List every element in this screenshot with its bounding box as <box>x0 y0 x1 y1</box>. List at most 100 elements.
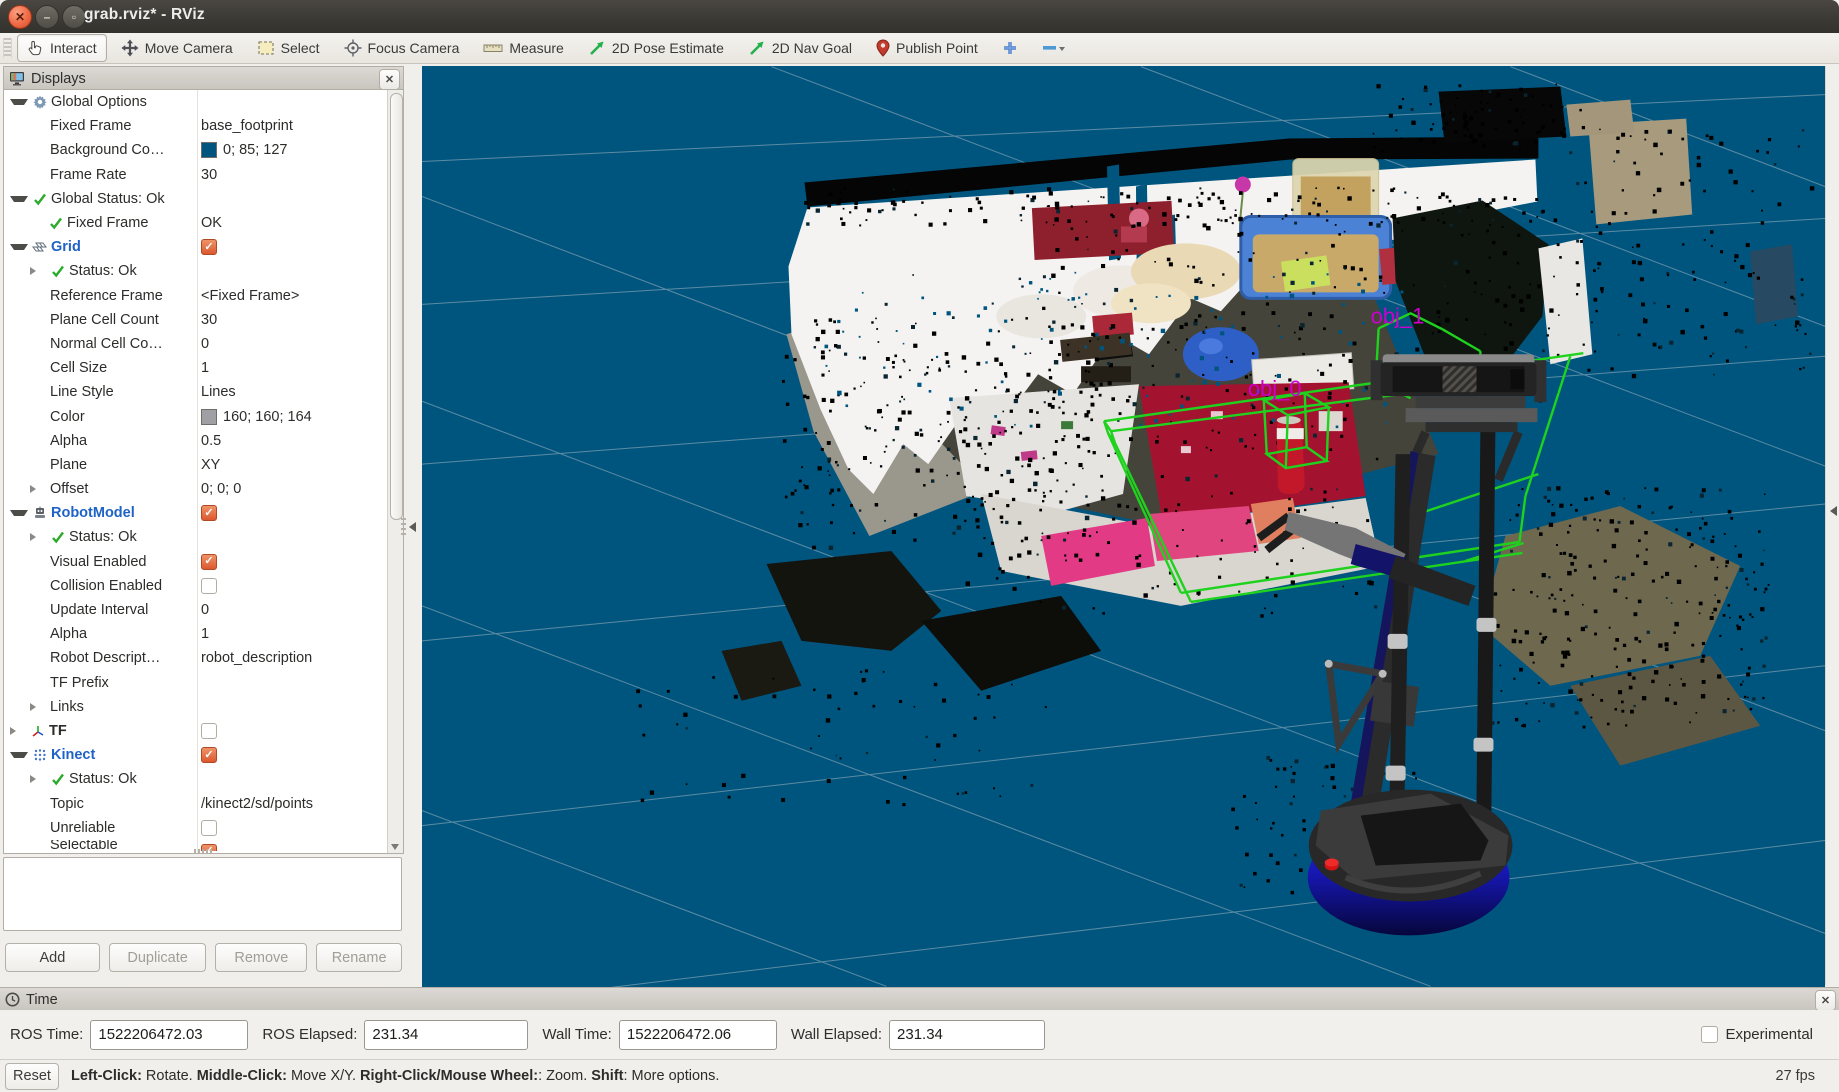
row-value[interactable]: <Fixed Frame> <box>201 288 299 304</box>
display-row[interactable]: Collision Enabled <box>4 574 403 598</box>
display-row[interactable]: Offset0; 0; 0 <box>4 477 403 501</box>
toolbar-button-publish-point[interactable]: Publish Point <box>866 34 988 62</box>
wall-elapsed-input[interactable] <box>889 1020 1045 1050</box>
row-value[interactable]: 0; 85; 127 <box>223 142 288 158</box>
ros-elapsed-input[interactable] <box>364 1020 528 1050</box>
row-value[interactable]: base_footprint <box>201 118 293 134</box>
display-row[interactable]: TF <box>4 719 403 743</box>
display-row[interactable]: RobotModel <box>4 501 403 525</box>
display-row[interactable]: Links <box>4 695 403 719</box>
tree-column-separator[interactable] <box>197 90 198 853</box>
experimental-checkbox[interactable] <box>1701 1026 1718 1043</box>
display-row[interactable]: Visual Enabled <box>4 550 403 574</box>
display-row[interactable]: Robot Descript…robot_description <box>4 646 403 670</box>
display-row[interactable]: Color160; 160; 164 <box>4 404 403 428</box>
row-checkbox-checked[interactable] <box>201 505 217 521</box>
toolbar-button-measure[interactable]: Measure <box>473 34 573 62</box>
row-value[interactable]: /kinect2/sd/points <box>201 796 313 812</box>
render-viewport[interactable]: obj_0obj_1 <box>422 66 1825 987</box>
color-swatch[interactable] <box>201 142 217 158</box>
toolbar-button-2d-pose-estimate[interactable]: 2D Pose Estimate <box>578 34 734 62</box>
row-value[interactable]: 160; 160; 164 <box>223 409 312 425</box>
row-value[interactable]: 1 <box>201 360 209 376</box>
row-checkbox-unchecked[interactable] <box>201 723 217 739</box>
display-row[interactable]: Kinect <box>4 743 403 767</box>
color-swatch[interactable] <box>201 409 217 425</box>
display-row[interactable]: Fixed FrameOK <box>4 211 403 235</box>
display-row[interactable]: Reference Frame<Fixed Frame> <box>4 284 403 308</box>
display-row[interactable]: Plane Cell Count30 <box>4 308 403 332</box>
toolbar-button-focus-camera[interactable]: Focus Camera <box>334 34 470 62</box>
displays-panel-header[interactable]: Displays ✕ <box>3 66 404 90</box>
time-panel-header[interactable]: Time ✕ <box>0 987 1839 1011</box>
expander-closed-icon[interactable] <box>10 727 26 735</box>
display-row[interactable]: Normal Cell Co…0 <box>4 332 403 356</box>
right-panel-splitter[interactable] <box>1825 66 1839 985</box>
toolbar-grip[interactable] <box>3 38 12 58</box>
expander-open-icon[interactable] <box>10 196 28 202</box>
rename-button[interactable]: Rename <box>316 943 402 972</box>
row-value[interactable]: XY <box>201 457 220 473</box>
toolbar-button-interact[interactable]: Interact <box>17 34 107 62</box>
display-row[interactable]: Alpha0.5 <box>4 429 403 453</box>
row-value[interactable]: robot_description <box>201 650 312 666</box>
row-checkbox-unchecked[interactable] <box>201 578 217 594</box>
tree-scrollbar-thumb[interactable] <box>390 93 403 520</box>
display-row[interactable]: Global Status: Ok <box>4 187 403 211</box>
row-value[interactable]: 0.5 <box>201 433 221 449</box>
toolbar-button-select[interactable]: Select <box>247 34 330 62</box>
row-checkbox-unchecked[interactable] <box>201 820 217 836</box>
expander-open-icon[interactable] <box>10 99 28 105</box>
window-close-button[interactable]: ✕ <box>8 5 32 29</box>
display-row[interactable]: Grid <box>4 235 403 259</box>
display-row[interactable]: Status: Ok <box>4 767 403 791</box>
row-checkbox-checked[interactable] <box>201 554 217 570</box>
displays-close-icon[interactable]: ✕ <box>379 69 400 90</box>
expander-closed-icon[interactable] <box>30 775 46 783</box>
display-row[interactable]: Background Co…0; 85; 127 <box>4 138 403 162</box>
display-row[interactable]: Update Interval0 <box>4 598 403 622</box>
reset-button[interactable]: Reset <box>5 1063 59 1090</box>
toolbar-button-move-camera[interactable]: Move Camera <box>111 34 243 62</box>
remove-button[interactable]: Remove <box>215 943 307 972</box>
toolbar-button-minus-dropdown[interactable] <box>1032 34 1076 62</box>
duplicate-button[interactable]: Duplicate <box>109 943 207 972</box>
row-checkbox-checked[interactable] <box>201 239 217 255</box>
splitter-grip[interactable] <box>401 518 406 536</box>
row-value[interactable]: 1 <box>201 626 209 642</box>
row-value[interactable]: 30 <box>201 312 217 328</box>
row-value[interactable]: OK <box>201 215 222 231</box>
window-maximize-button[interactable]: ▫ <box>62 5 86 29</box>
display-row[interactable]: Alpha1 <box>4 622 403 646</box>
display-row[interactable]: Global Options <box>4 90 403 114</box>
window-minimize-button[interactable]: – <box>35 5 59 29</box>
display-row[interactable]: Topic/kinect2/sd/points <box>4 791 403 815</box>
row-checkbox-checked[interactable] <box>201 747 217 763</box>
display-row[interactable]: PlaneXY <box>4 453 403 477</box>
toolbar-button-2d-nav-goal[interactable]: 2D Nav Goal <box>738 34 862 62</box>
expander-closed-icon[interactable] <box>30 533 46 541</box>
display-row[interactable]: Status: Ok <box>4 259 403 283</box>
ros-time-input[interactable] <box>90 1020 248 1050</box>
display-row[interactable]: Frame Rate30 <box>4 163 403 187</box>
scroll-down-icon[interactable] <box>391 844 399 850</box>
expander-open-icon[interactable] <box>10 510 28 516</box>
display-row[interactable]: Line StyleLines <box>4 380 403 404</box>
expander-open-icon[interactable] <box>10 752 28 758</box>
display-row[interactable]: Fixed Framebase_footprint <box>4 114 403 138</box>
row-value[interactable]: 0 <box>201 336 209 352</box>
left-panel-splitter[interactable] <box>405 66 422 985</box>
row-value[interactable]: 30 <box>201 167 217 183</box>
row-value[interactable]: Lines <box>201 384 236 400</box>
display-row[interactable]: TF Prefix <box>4 671 403 695</box>
expander-closed-icon[interactable] <box>30 485 46 493</box>
expander-closed-icon[interactable] <box>30 703 46 711</box>
row-value[interactable]: 0; 0; 0 <box>201 481 241 497</box>
expander-closed-icon[interactable] <box>30 267 46 275</box>
display-row[interactable]: Cell Size1 <box>4 356 403 380</box>
wall-time-input[interactable] <box>619 1020 777 1050</box>
expander-open-icon[interactable] <box>10 244 28 250</box>
display-row[interactable]: Unreliable <box>4 816 403 840</box>
add-button[interactable]: Add <box>5 943 100 972</box>
tree-scrollbar[interactable] <box>387 90 403 853</box>
